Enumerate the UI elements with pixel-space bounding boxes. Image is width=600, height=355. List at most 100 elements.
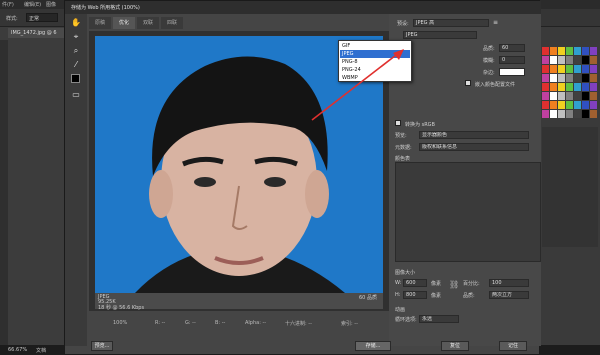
blur-input[interactable]: 0 xyxy=(499,56,525,64)
swatch-cell[interactable] xyxy=(582,74,589,82)
menu-edit[interactable]: 编辑(E) xyxy=(24,1,41,8)
swatch-cell[interactable] xyxy=(574,56,581,64)
swatch-cell[interactable] xyxy=(550,83,557,91)
swatch-cell[interactable] xyxy=(550,47,557,55)
hand-tool-icon[interactable]: ✋ xyxy=(71,18,81,28)
swatch-cell[interactable] xyxy=(566,74,573,82)
loop-select[interactable]: 永远 xyxy=(419,315,459,323)
swatch-cell[interactable] xyxy=(582,47,589,55)
preview-button[interactable]: 预览... xyxy=(91,341,113,351)
swatch-cell[interactable] xyxy=(542,65,549,73)
style-label: 样式: xyxy=(6,16,18,22)
color-table-label: 颜色表 xyxy=(395,156,411,162)
format-select[interactable]: JPEG xyxy=(403,31,477,39)
swatch-cell[interactable] xyxy=(550,74,557,82)
zoom-tool-icon[interactable]: ⌕ xyxy=(71,46,81,56)
layers-panel[interactable] xyxy=(542,127,598,247)
swatch-cell[interactable] xyxy=(590,47,597,55)
remember-button[interactable]: 记住 xyxy=(499,341,527,351)
swatch-cell[interactable] xyxy=(558,56,565,64)
swatch-cell[interactable] xyxy=(558,65,565,73)
menu-file[interactable]: 件(F) xyxy=(2,1,14,8)
save-button[interactable]: 存储... xyxy=(355,341,391,351)
swatch-cell[interactable] xyxy=(542,101,549,109)
swatch-cell[interactable] xyxy=(590,110,597,118)
embed-profile-checkbox[interactable] xyxy=(465,80,471,86)
swatch-cell[interactable] xyxy=(550,101,557,109)
swatch-cell[interactable] xyxy=(542,74,549,82)
preview-mode-select[interactable]: 显示器颜色 xyxy=(419,131,529,139)
swatch-cell[interactable] xyxy=(550,92,557,100)
swatch-cell[interactable] xyxy=(582,92,589,100)
swatch-cell[interactable] xyxy=(574,74,581,82)
swatch-cell[interactable] xyxy=(590,101,597,109)
quality-input[interactable]: 60 xyxy=(499,44,525,52)
document-tab[interactable]: IMG_1472.jpg @ 6 xyxy=(8,28,64,38)
swatch-cell[interactable] xyxy=(582,65,589,73)
swatch-cell[interactable] xyxy=(582,101,589,109)
swatch-cell[interactable] xyxy=(542,92,549,100)
swatch-cell[interactable] xyxy=(582,110,589,118)
swatch-cell[interactable] xyxy=(542,83,549,91)
swatch-cell[interactable] xyxy=(590,83,597,91)
swatch-cell[interactable] xyxy=(542,110,549,118)
resample-select[interactable]: 两次立方 xyxy=(489,291,529,299)
swatch-cell[interactable] xyxy=(574,65,581,73)
style-select[interactable]: 正常 xyxy=(26,13,58,22)
matte-select[interactable] xyxy=(499,68,525,76)
menu-image[interactable]: 图像 xyxy=(46,1,56,8)
swatch-cell[interactable] xyxy=(574,110,581,118)
swatch-cell[interactable] xyxy=(590,65,597,73)
tab-4up[interactable]: 四联 xyxy=(161,17,184,29)
swatch-cell[interactable] xyxy=(566,83,573,91)
eyedropper-icon[interactable]: ⁄ xyxy=(71,60,81,70)
swatch-cell[interactable] xyxy=(550,56,557,64)
swatch-cell[interactable] xyxy=(590,74,597,82)
swatch-cell[interactable] xyxy=(566,56,573,64)
swatch-cell[interactable] xyxy=(566,92,573,100)
preset-menu-icon[interactable]: ≡ xyxy=(493,19,501,27)
swatch-cell[interactable] xyxy=(582,56,589,64)
swatch-cell[interactable] xyxy=(542,47,549,55)
swatch-cell[interactable] xyxy=(550,65,557,73)
tab-original[interactable]: 原稿 xyxy=(89,17,112,29)
swatch-cell[interactable] xyxy=(558,74,565,82)
swatch-cell[interactable] xyxy=(566,47,573,55)
link-icon[interactable]: ⛓ xyxy=(449,280,459,289)
swatch-cell[interactable] xyxy=(558,83,565,91)
preset-select[interactable]: JPEG 高 xyxy=(413,19,489,27)
swatch-cell[interactable] xyxy=(542,56,549,64)
swatch-cell[interactable] xyxy=(574,92,581,100)
reset-button[interactable]: 复位 xyxy=(441,341,469,351)
swatches-grid[interactable] xyxy=(542,47,598,122)
percent-input[interactable]: 100 xyxy=(489,279,529,287)
swatch-cell[interactable] xyxy=(558,92,565,100)
swatch-cell[interactable] xyxy=(574,47,581,55)
preview-mode-label: 预览: xyxy=(395,133,407,139)
slice-select-icon[interactable]: ⌖ xyxy=(71,32,81,42)
swatch-cell[interactable] xyxy=(582,83,589,91)
tab-optimized[interactable]: 优化 xyxy=(113,17,136,29)
slice-visibility-icon[interactable]: ▭ xyxy=(71,90,81,100)
height-input[interactable]: 800 xyxy=(403,291,427,299)
tab-2up[interactable]: 双联 xyxy=(137,17,160,29)
animation-label: 动画 xyxy=(395,307,406,313)
swatch-cell[interactable] xyxy=(590,92,597,100)
swatch-cell[interactable] xyxy=(550,110,557,118)
zoom-value[interactable]: 100% xyxy=(113,320,127,326)
swatch-cell[interactable] xyxy=(558,101,565,109)
swatch-cell[interactable] xyxy=(566,101,573,109)
swatch-cell[interactable] xyxy=(558,47,565,55)
color-table[interactable] xyxy=(395,162,541,262)
swatch-cell[interactable] xyxy=(590,56,597,64)
width-input[interactable]: 600 xyxy=(403,279,427,287)
swatch-cell[interactable] xyxy=(566,65,573,73)
metadata-select[interactable]: 版权和联系信息 xyxy=(419,143,529,151)
preset-label: 预设: xyxy=(397,21,409,27)
swatch-cell[interactable] xyxy=(574,83,581,91)
swatch-cell[interactable] xyxy=(574,101,581,109)
swatch-cell[interactable] xyxy=(566,110,573,118)
height-unit: 像素 xyxy=(431,293,442,299)
swatch-cell[interactable] xyxy=(558,110,565,118)
color-swatch-icon[interactable] xyxy=(71,74,80,83)
